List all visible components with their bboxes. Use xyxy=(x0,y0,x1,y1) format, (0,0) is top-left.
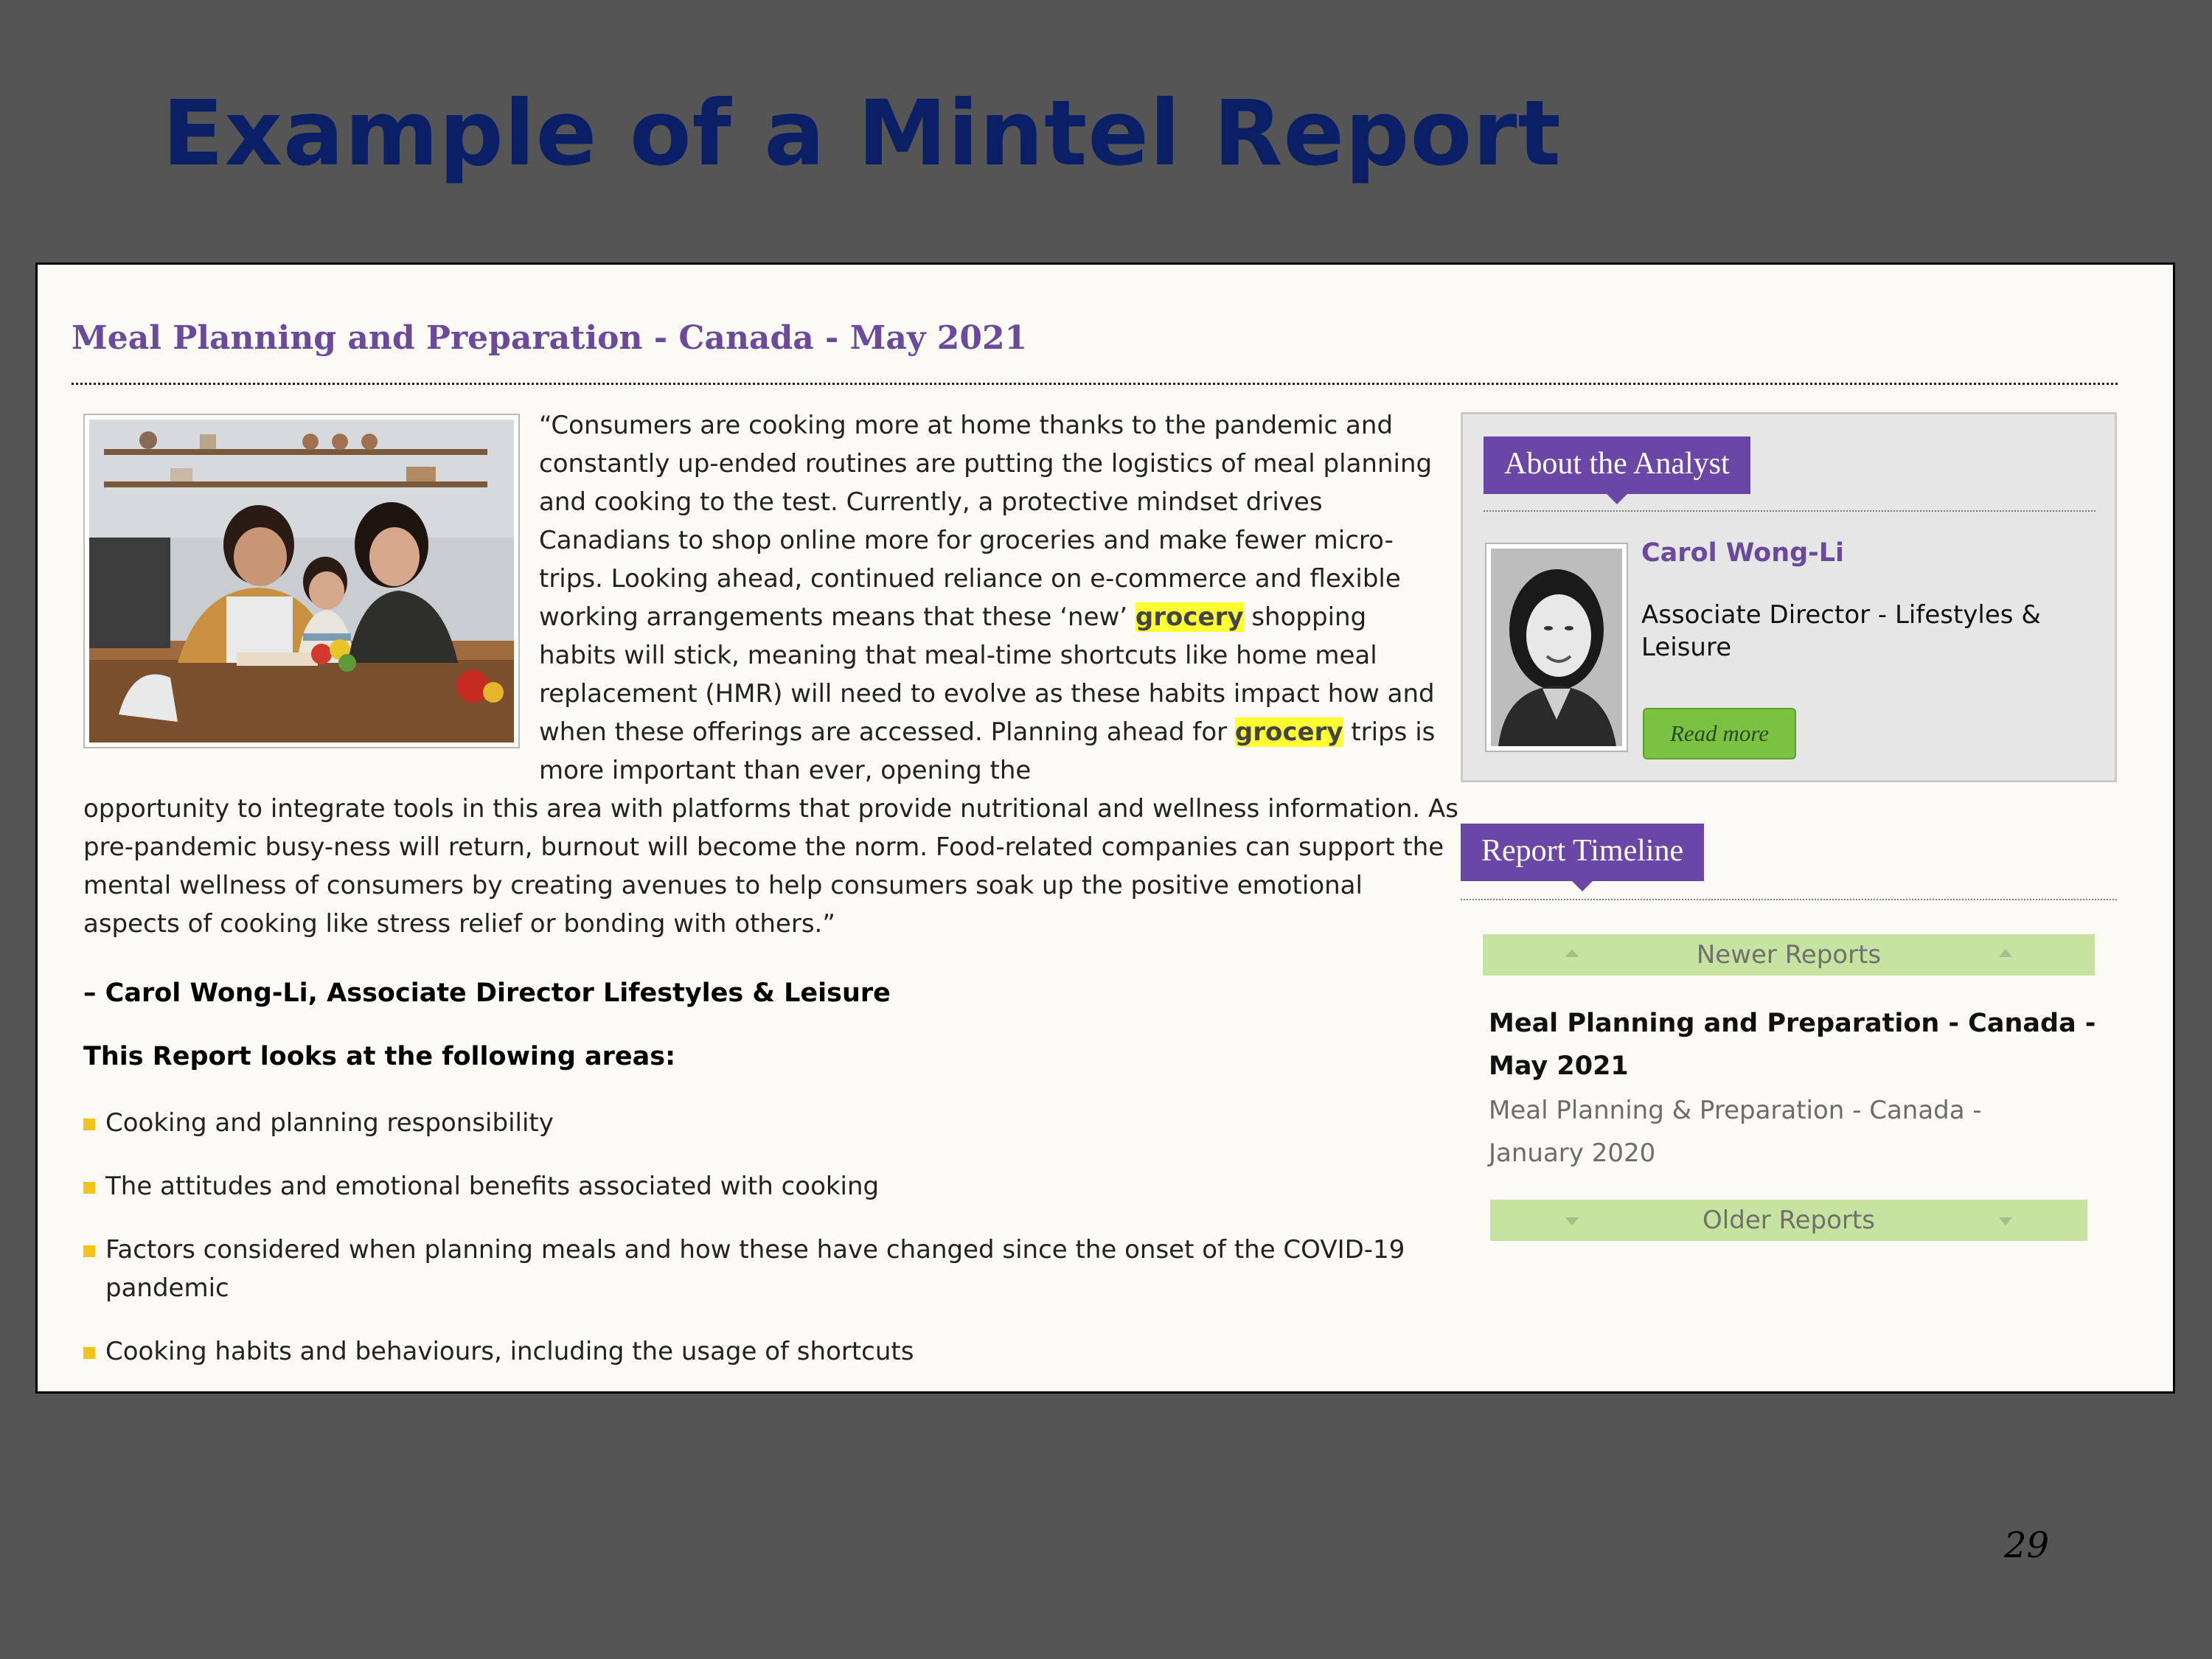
area-text: Cooking habits and behaviours, including… xyxy=(105,1337,914,1366)
older-reports-button[interactable]: Older Reports xyxy=(1490,1200,2087,1241)
analyst-quote-wrapped: “Consumers are cooking more at home than… xyxy=(539,406,1446,790)
report-timeline-heading: Report Timeline xyxy=(1461,824,1705,891)
slide-title: Example of a Mintel Report xyxy=(162,81,1562,186)
area-text: The attitudes and emotional benefits ass… xyxy=(105,1172,880,1201)
areas-heading: This Report looks at the following areas… xyxy=(83,1042,676,1071)
report-title[interactable]: Meal Planning and Preparation - Canada -… xyxy=(72,319,1027,357)
triangle-down-icon xyxy=(1565,1217,1579,1225)
older-reports-label: Older Reports xyxy=(1703,1206,1875,1235)
analyst-name[interactable]: Carol Wong-Li xyxy=(1641,538,1844,568)
analyst-quote-continued: opportunity to integrate tools in this a… xyxy=(83,794,1458,939)
bullet-icon xyxy=(83,1119,95,1130)
read-more-button[interactable]: Read more xyxy=(1643,708,1796,759)
report-cover-photo xyxy=(83,414,520,748)
triangle-up-icon xyxy=(1565,949,1579,957)
timeline-divider xyxy=(1461,899,2117,900)
area-text: Cooking and planning responsibility xyxy=(105,1108,554,1138)
newer-reports-label: Newer Reports xyxy=(1696,940,1882,970)
bullet-icon xyxy=(83,1347,95,1359)
newer-reports-button[interactable]: Newer Reports xyxy=(1483,934,2095,975)
bullet-icon xyxy=(83,1245,95,1257)
report-screenshot: Meal Planning and Preparation - Canada -… xyxy=(35,262,2175,1394)
about-analyst-panel: About the Analyst Carol Wong-Li Associat… xyxy=(1461,412,2117,782)
triangle-up-icon xyxy=(1999,949,2012,957)
triangle-down-icon xyxy=(1999,1217,2012,1225)
search-highlight: grocery xyxy=(1135,602,1244,632)
about-analyst-heading: About the Analyst xyxy=(1484,437,1750,504)
bullet-icon xyxy=(83,1182,95,1194)
areas-list: Cooking and planning responsibility The … xyxy=(83,1104,1447,1391)
search-highlight: grocery xyxy=(1234,717,1343,747)
list-item: Cooking habits and behaviours, including… xyxy=(83,1332,1447,1371)
list-item: Cooking and planning responsibility xyxy=(83,1104,1447,1142)
timeline-current-report[interactable]: Meal Planning and Preparation - Canada -… xyxy=(1489,1002,2108,1088)
timeline-older-report-link[interactable]: Meal Planning & Preparation - Canada - J… xyxy=(1489,1089,2034,1175)
area-text: Factors considered when planning meals a… xyxy=(105,1235,1405,1303)
page-number: 29 xyxy=(2004,1525,2050,1566)
quote-text: “Consumers are cooking more at home than… xyxy=(539,411,1433,632)
panel-divider xyxy=(1484,510,2096,512)
list-item: Factors considered when planning meals a… xyxy=(83,1231,1447,1307)
list-item: The attitudes and emotional benefits ass… xyxy=(83,1167,1447,1206)
quote-attribution: – Carol Wong-Li, Associate Director Life… xyxy=(83,978,891,1008)
analyst-role: Associate Director - Lifestyles & Leisur… xyxy=(1641,600,2041,662)
title-divider xyxy=(72,383,2118,385)
analyst-photo xyxy=(1485,543,1628,752)
